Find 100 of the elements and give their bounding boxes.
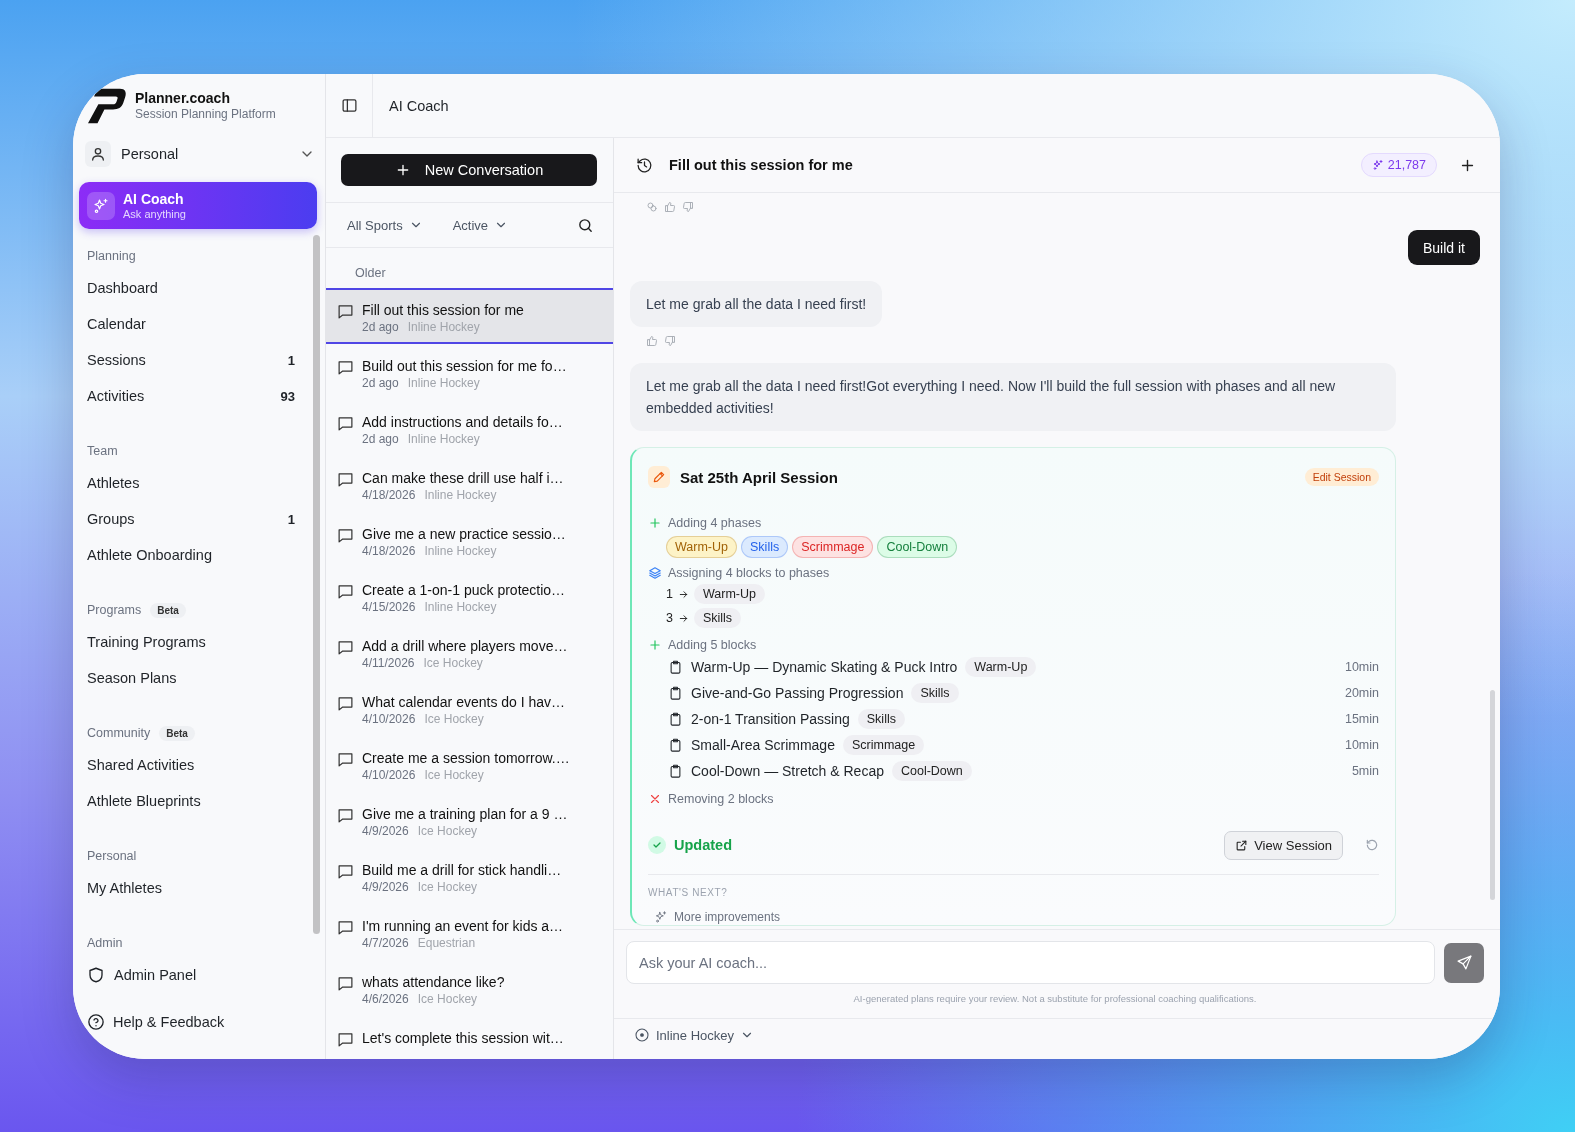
conversation-item[interactable]: I'm running an event for kids a… 4/7/2026 Equestrian xyxy=(326,904,613,960)
sparkle-icon xyxy=(92,196,110,215)
message-input[interactable]: Ask your AI coach... xyxy=(626,941,1435,984)
thumbs-up-button[interactable] xyxy=(664,201,676,213)
credits-badge: 21,787 xyxy=(1360,153,1437,177)
step-label: Adding 5 blocks xyxy=(668,638,757,652)
arrow-right-icon xyxy=(677,612,689,624)
filter-dropdown[interactable]: Active xyxy=(452,217,509,233)
clipboard-icon xyxy=(668,737,683,753)
phase-pill: Skills xyxy=(857,709,905,729)
conversation-item[interactable]: Add instructions and details fo… 2d ago Inline Hockey xyxy=(326,400,613,456)
sport-selector[interactable]: Inline Hockey xyxy=(634,1027,755,1043)
nav-item[interactable]: Training Programs xyxy=(87,624,313,660)
phase-tag: Cool-Down xyxy=(877,536,958,558)
app-name: Planner.coach xyxy=(135,89,231,107)
conversation-item[interactable]: Fill out this session for me 2d ago Inline Hockey xyxy=(326,288,613,344)
refresh-button[interactable] xyxy=(1365,838,1379,852)
group-heading: Older xyxy=(354,265,387,282)
conversation-item[interactable]: Create me a session tomorrow.… 4/10/2026 Ice Hockey xyxy=(326,736,613,792)
block-name: Give-and-Go Passing Progression xyxy=(691,685,904,701)
phase-tag: Skills xyxy=(741,536,789,558)
conversation-item[interactable]: Can make these drill use half i… 4/18/2026 Inline Hockey xyxy=(326,456,613,512)
conversation-item[interactable]: Build out this session for me fo… 2d ago Inline Hockey xyxy=(326,344,613,400)
thumbs-down-icon xyxy=(682,201,694,213)
history-button[interactable] xyxy=(636,156,653,174)
phase-pill: Warm-Up xyxy=(965,657,1037,677)
nav-item[interactable]: Athletes xyxy=(87,465,313,501)
app-tagline: Session Planning Platform xyxy=(135,106,276,122)
logo-icon xyxy=(87,86,127,125)
nav-item[interactable]: Calendar xyxy=(87,306,313,342)
phase-pill: Warm-Up xyxy=(693,584,765,604)
nav-item[interactable]: Admin Panel xyxy=(87,957,313,993)
clipboard-icon xyxy=(668,659,683,675)
conversation-item[interactable]: Build me a drill for stick handli… 4/9/2026 Ice Hockey xyxy=(326,848,613,904)
section-heading: Planning xyxy=(87,249,136,263)
block-name: Warm-Up — Dynamic Skating & Puck Intro xyxy=(691,659,958,675)
view-session-button[interactable]: View Session xyxy=(1224,830,1343,860)
conversation-item[interactable]: What calendar events do I hav… 4/10/2026 Ice Hockey xyxy=(326,680,613,736)
chat-bubble-icon xyxy=(337,919,354,936)
block-duration: 10min xyxy=(1344,738,1379,752)
search-button[interactable] xyxy=(577,216,594,234)
block-name: Cool-Down — Stretch & Recap xyxy=(691,763,884,779)
copy-button[interactable] xyxy=(646,201,658,213)
section-heading: Team xyxy=(87,444,118,458)
block-duration: 10min xyxy=(1344,660,1379,674)
status-label: Updated xyxy=(674,837,732,853)
conversation-item[interactable]: Create a 1-on-1 puck protectio… 4/15/2026 Inline Hockey xyxy=(326,568,613,624)
scrollbar[interactable] xyxy=(313,235,320,934)
conversation-item[interactable]: Add a drill where players move… 4/11/2026 Ice Hockey xyxy=(326,624,613,680)
clipboard-icon xyxy=(668,711,683,727)
help-feedback-link[interactable]: Help & Feedback xyxy=(87,1013,225,1031)
nav-item[interactable]: Athlete Onboarding xyxy=(87,537,313,573)
chat-bubble-icon xyxy=(337,415,354,432)
assistant-message: Let me grab all the data I need first!Got everything I need. Now I'll build the full session with phases and all new embedded activities! xyxy=(630,363,1396,431)
block-number: 3 xyxy=(666,611,673,625)
thumbs-down-icon xyxy=(664,335,676,347)
section-heading: Admin xyxy=(87,936,123,950)
clipboard-icon xyxy=(668,685,683,701)
section-heading: WHAT'S NEXT? xyxy=(648,887,729,900)
chat-bubble-icon xyxy=(337,583,354,600)
scrollbar[interactable] xyxy=(1490,690,1495,900)
phase-pill: Cool-Down xyxy=(891,761,972,781)
thumbs-down-button[interactable] xyxy=(682,201,694,213)
conversation-item[interactable]: Give me a training plan for a 9 … 4/9/2026 Ice Hockey xyxy=(326,792,613,848)
ai-coach-item[interactable]: AI Coach Ask anything xyxy=(79,182,317,229)
nav-item[interactable]: My Athletes xyxy=(87,870,313,906)
chat-bubble-icon xyxy=(337,807,354,824)
conversation-item[interactable]: Let's complete this session wit… xyxy=(326,1016,613,1059)
nav-item[interactable]: Dashboard xyxy=(87,270,313,306)
step-label: Adding 4 phases xyxy=(668,516,762,530)
block-duration: 20min xyxy=(1344,686,1379,700)
nav-item[interactable]: Season Plans xyxy=(87,660,313,696)
filter-dropdown[interactable]: All Sports xyxy=(347,217,423,233)
chat-bubble-icon xyxy=(337,695,354,712)
conversation-item[interactable]: Give me a new practice sessio… 4/18/2026 Inline Hockey xyxy=(326,512,613,568)
edit-session-badge[interactable]: Edit Session xyxy=(1304,468,1379,486)
close-icon xyxy=(648,792,662,806)
workspace-selector[interactable]: Personal xyxy=(85,138,315,170)
conversation-title: Fill out this session for me xyxy=(669,157,853,173)
phase-tag: Scrimmage xyxy=(792,536,874,558)
help-icon xyxy=(87,1013,105,1031)
nav-item[interactable]: Shared Activities xyxy=(87,747,313,783)
block-number: 1 xyxy=(666,587,673,601)
nav-item[interactable]: Activities 93 xyxy=(87,378,313,414)
phase-tag: Warm-Up xyxy=(666,536,737,558)
block-duration: 5min xyxy=(1351,764,1379,778)
send-button[interactable] xyxy=(1444,942,1484,983)
nav-item[interactable]: Sessions 1 xyxy=(87,342,313,378)
nav-item[interactable]: Athlete Blueprints xyxy=(87,783,313,819)
search-icon xyxy=(577,216,594,234)
step-label: Removing 2 blocks xyxy=(668,792,774,806)
phase-pill: Scrimmage xyxy=(842,735,925,755)
suggestion-link[interactable]: More improvements xyxy=(648,909,781,925)
conversation-item[interactable]: whats attendance like? 4/6/2026 Ice Hockey xyxy=(326,960,613,1016)
phase-pill: Skills xyxy=(693,608,742,628)
nav-item[interactable]: Groups 1 xyxy=(87,501,313,537)
thumbs-down-button[interactable] xyxy=(664,335,676,347)
beta-badge: Beta xyxy=(159,725,195,741)
new-conversation-button[interactable]: New Conversation xyxy=(341,154,597,186)
thumbs-up-button[interactable] xyxy=(646,335,658,347)
